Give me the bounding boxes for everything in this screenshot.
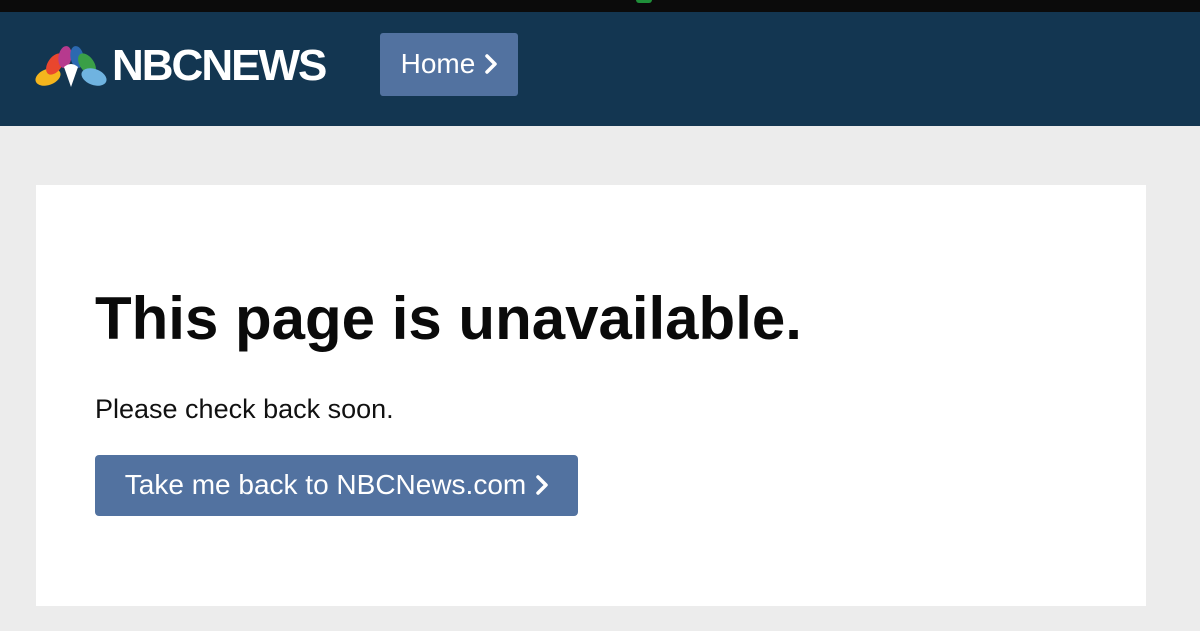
nbc-news-logo[interactable]: NBCNEWS: [34, 41, 327, 90]
nbc-peacock-icon: [35, 46, 107, 87]
chevron-right-icon: [536, 474, 548, 495]
site-header: NBCNEWS Home: [0, 12, 1200, 126]
back-button-label: Take me back to NBCNews.com: [124, 468, 527, 500]
home-button[interactable]: Home: [380, 33, 518, 96]
back-to-home-button[interactable]: Take me back to NBCNews.com: [95, 455, 578, 516]
browser-top-strip: [0, 0, 1200, 12]
indicator-mark: [636, 0, 652, 3]
home-button-label: Home: [400, 47, 476, 79]
page-title: This page is unavailable.: [95, 285, 802, 352]
error-message: Please check back soon.: [95, 394, 394, 424]
chevron-right-icon: [485, 53, 498, 74]
error-panel: This page is unavailable. Please check b…: [36, 185, 1146, 606]
nbc-news-wordmark: NBCNEWS: [112, 41, 327, 90]
